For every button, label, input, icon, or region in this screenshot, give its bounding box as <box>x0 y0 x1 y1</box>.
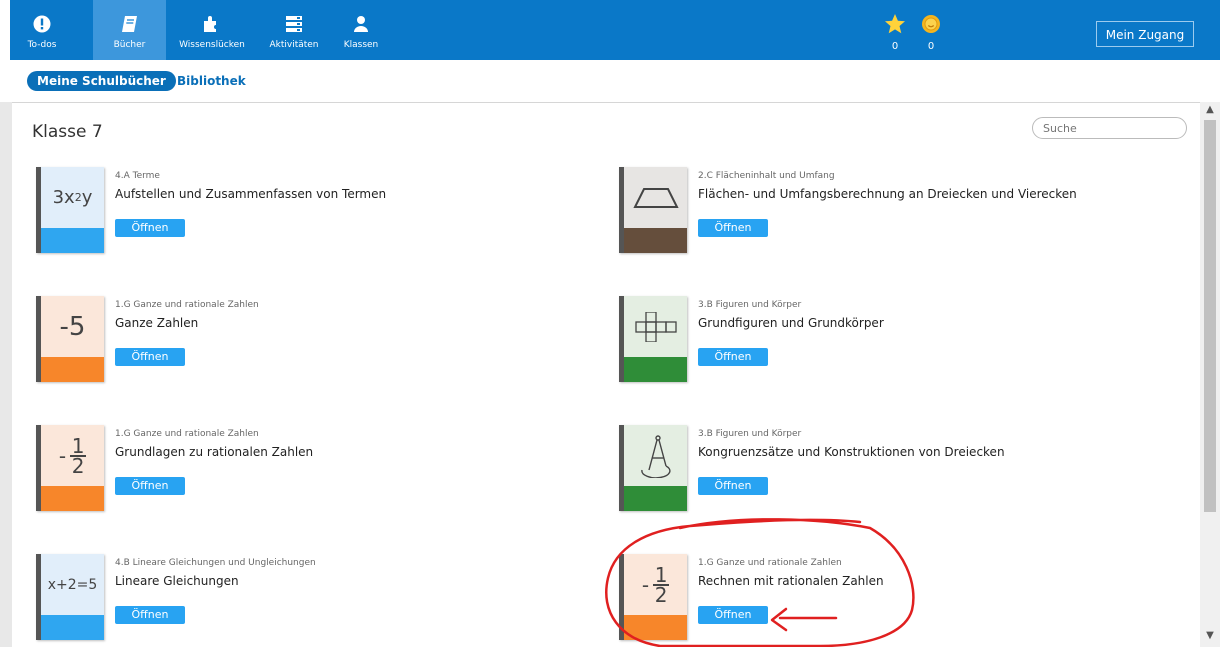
top-bar-edge <box>0 0 10 60</box>
tab-my-books[interactable]: Meine Schulbücher <box>27 71 176 91</box>
book-cover[interactable] <box>619 296 687 382</box>
open-button[interactable]: Öffnen <box>698 348 768 366</box>
book-card: 3.B Figuren und Körper Grundfiguren und … <box>619 296 1159 386</box>
puzzle-icon <box>174 12 250 36</box>
book-chapter: 1.G Ganze und rationale Zahlen <box>115 300 259 310</box>
nav-item-activities[interactable]: Aktivitäten <box>264 12 324 58</box>
book-title: Rechnen mit rationalen Zahlen <box>698 574 884 588</box>
trapezoid-icon <box>624 167 687 228</box>
book-cover[interactable]: -12 <box>36 425 104 511</box>
open-button[interactable]: Öffnen <box>115 219 185 237</box>
book-card: x+2=5 4.B Lineare Gleichungen und Unglei… <box>36 554 576 644</box>
open-button[interactable]: Öffnen <box>698 477 768 495</box>
cube-net-icon <box>624 296 687 357</box>
open-button[interactable]: Öffnen <box>115 477 185 495</box>
scroll-up-icon[interactable]: ▲ <box>1200 102 1220 118</box>
person-icon <box>338 12 384 36</box>
book-title: Flächen- und Umfangsberechnung an Dreiec… <box>698 187 1077 201</box>
nav-item-label: Bücher <box>113 40 146 50</box>
coins-counter: 0 <box>918 14 944 52</box>
compass-icon <box>624 425 687 486</box>
book-card: -12 1.G Ganze und rationale Zahlen Rechn… <box>619 554 1159 644</box>
cover-formula: x+2=5 <box>47 576 98 593</box>
cover-formula: -5 <box>59 311 86 342</box>
book-chapter: 3.B Figuren und Körper <box>698 300 802 310</box>
star-icon <box>885 14 905 34</box>
book-card: 2.C Flächeninhalt und Umfang Flächen- un… <box>619 167 1159 257</box>
exclamation-icon <box>14 12 70 36</box>
book-chapter: 3.B Figuren und Körper <box>698 429 802 439</box>
nav-item-todos[interactable]: To-dos <box>14 12 70 58</box>
left-edge-panel <box>0 102 12 647</box>
book-chapter: 1.G Ganze und rationale Zahlen <box>115 429 259 439</box>
tab-library[interactable]: Bibliothek <box>177 71 246 91</box>
book-chapter: 2.C Flächeninhalt und Umfang <box>698 171 835 181</box>
coins-count: 0 <box>927 41 935 52</box>
book-title: Ganze Zahlen <box>115 316 199 330</box>
nav-item-knowledge-gaps[interactable]: Wissenslücken <box>174 12 250 58</box>
book-cover[interactable]: -5 <box>36 296 104 382</box>
book-cover[interactable] <box>619 167 687 253</box>
nav-item-classes[interactable]: Klassen <box>338 12 384 58</box>
nav-item-label: Wissenslücken <box>179 40 245 50</box>
book-card: 3.B Figuren und Körper Kongruenzsätze un… <box>619 425 1159 515</box>
book-title: Lineare Gleichungen <box>115 574 239 588</box>
nav-item-label: To-dos <box>27 40 57 50</box>
stars-count: 0 <box>891 41 899 52</box>
cover-fraction: -12 <box>58 433 87 478</box>
book-chapter: 4.B Lineare Gleichungen und Ungleichunge… <box>115 558 316 568</box>
activities-icon <box>264 12 324 36</box>
book-title: Kongruenzsätze und Konstruktionen von Dr… <box>698 445 1005 459</box>
book-cover[interactable]: x+2=5 <box>36 554 104 640</box>
coin-icon <box>922 15 940 33</box>
book-chapter: 4.A Terme <box>115 171 160 181</box>
top-navigation-bar: To-dos Bücher Wissenslücken Aktivitäten … <box>0 0 1220 60</box>
nav-item-label: Aktivitäten <box>269 40 319 50</box>
sub-navigation: Meine Schulbücher Bibliothek <box>0 60 1220 103</box>
nav-item-books[interactable]: Bücher <box>93 0 166 60</box>
book-card: 3x 2 y 4.A Terme Aufstellen und Zusammenfa… <box>36 167 576 257</box>
book-icon <box>93 12 166 36</box>
book-card: -5 1.G Ganze und rationale Zahlen Ganze … <box>36 296 576 386</box>
book-card: -12 1.G Ganze und rationale Zahlen Grund… <box>36 425 576 515</box>
section-title: Klasse 7 <box>32 122 103 142</box>
stars-counter: 0 <box>882 14 908 52</box>
book-chapter: 1.G Ganze und rationale Zahlen <box>698 558 842 568</box>
open-button[interactable]: Öffnen <box>115 606 185 624</box>
book-cover[interactable]: 3x 2 y <box>36 167 104 253</box>
book-title: Aufstellen und Zusammenfassen von Termen <box>115 187 387 201</box>
open-button[interactable]: Öffnen <box>698 606 768 624</box>
scroll-thumb[interactable] <box>1204 120 1216 512</box>
vertical-scrollbar[interactable]: ▲ ▼ <box>1200 102 1220 647</box>
book-cover[interactable] <box>619 425 687 511</box>
search-input[interactable] <box>1032 117 1187 139</box>
book-cover[interactable]: -12 <box>619 554 687 640</box>
open-button[interactable]: Öffnen <box>698 219 768 237</box>
open-button[interactable]: Öffnen <box>115 348 185 366</box>
account-button[interactable]: Mein Zugang <box>1096 21 1194 47</box>
nav-item-label: Klassen <box>343 40 379 50</box>
book-title: Grundfiguren und Grundkörper <box>698 316 884 330</box>
cover-fraction: -12 <box>641 562 670 607</box>
scroll-down-icon[interactable]: ▼ <box>1200 628 1220 644</box>
cover-formula: 3x 2 y <box>52 187 93 208</box>
book-title: Grundlagen zu rationalen Zahlen <box>115 445 314 459</box>
